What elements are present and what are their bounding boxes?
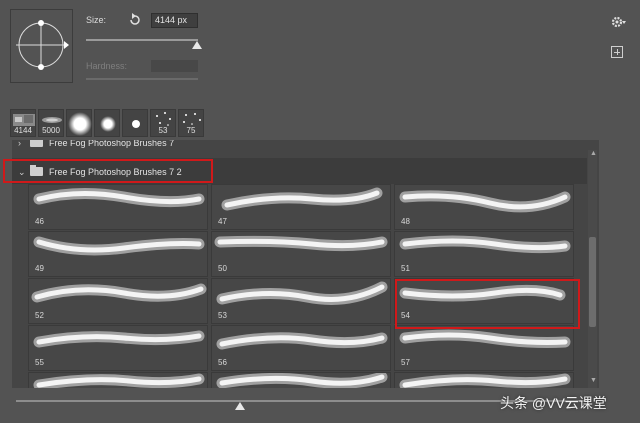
hardness-label: Hardness: — [86, 61, 128, 71]
brush-preset-item[interactable]: 47 — [211, 184, 391, 230]
group-highlight-box — [3, 159, 213, 183]
scroll-down-icon[interactable]: ▼ — [590, 377, 597, 384]
recent-brush-size: 4144 — [14, 126, 32, 135]
brush-stroke-preview — [399, 329, 571, 348]
size-slider-track[interactable] — [86, 39, 198, 41]
size-input[interactable]: 4144 px — [151, 13, 198, 28]
brush-preset-item[interactable] — [28, 372, 208, 388]
recent-brush-size: 5000 — [42, 126, 60, 135]
hardness-slider-track[interactable] — [86, 78, 198, 80]
watermark: 头条 @VV云课堂 — [500, 395, 607, 411]
brush-stroke-preview — [214, 235, 388, 252]
recent-brush-6[interactable]: 53 — [150, 109, 176, 137]
brush-stroke-preview — [399, 235, 571, 254]
hardness-input[interactable] — [151, 60, 198, 72]
brush-preset-item[interactable]: 53 — [211, 278, 391, 324]
brush-preset-item[interactable]: 48 — [394, 184, 574, 230]
brush-preset-item[interactable]: 49 — [28, 231, 208, 277]
brush-preset-label: 50 — [218, 264, 227, 273]
brush-group-previous[interactable]: › Free Fog Photoshop Brushes 7 — [12, 140, 587, 152]
size-slider-thumb[interactable] — [192, 41, 202, 49]
brush-preset-item[interactable]: 46 — [28, 184, 208, 230]
brush-preset-label: 51 — [401, 264, 410, 273]
brush-preset-label: 49 — [35, 264, 44, 273]
brush-preset-label: 56 — [218, 358, 227, 367]
brush-stroke-preview — [221, 187, 383, 211]
brush-preset-label: 57 — [401, 358, 410, 367]
recent-brush-4[interactable] — [94, 109, 120, 137]
new-preset-icon[interactable] — [611, 46, 623, 58]
brush-stroke-preview — [216, 373, 388, 388]
brush-preset-item[interactable] — [211, 372, 391, 388]
brush-preset-label: 52 — [35, 311, 44, 320]
recent-brush-3[interactable] — [66, 109, 92, 137]
brush-preset-label: 46 — [35, 217, 44, 226]
recent-brush-size: 75 — [186, 126, 196, 135]
gear-icon[interactable] — [611, 15, 627, 29]
brush-preset-label: 53 — [218, 311, 227, 320]
recent-brush-size: 53 — [158, 126, 168, 135]
brush-stroke-preview — [399, 373, 571, 388]
recent-brush-2[interactable]: 5000 — [38, 109, 64, 137]
brush-preset-item[interactable]: 52 — [28, 278, 208, 324]
recent-brush-5[interactable] — [122, 109, 148, 137]
chevron-right-icon[interactable]: › — [18, 140, 21, 148]
brush-preset-item[interactable]: 57 — [394, 325, 574, 371]
brush-preset-item[interactable]: 51 — [394, 231, 574, 277]
brush-preset-item[interactable] — [394, 372, 574, 388]
folder-icon — [30, 140, 43, 147]
brush-group-name: Free Fog Photoshop Brushes 7 — [49, 140, 175, 148]
reset-size-icon[interactable] — [128, 13, 142, 27]
scroll-up-icon[interactable]: ▲ — [590, 150, 597, 157]
recent-brush-1[interactable]: 4144 — [10, 109, 36, 137]
size-label: Size: — [86, 15, 107, 25]
brush-highlight-box — [395, 279, 580, 329]
brush-stroke-preview — [33, 330, 205, 348]
recent-brush-7[interactable]: 75 — [178, 109, 204, 137]
brush-preset-label: 55 — [35, 358, 44, 367]
brush-preset-item[interactable]: 50 — [211, 231, 391, 277]
brush-preset-label: 47 — [218, 217, 227, 226]
brush-preset-item[interactable]: 55 — [28, 325, 208, 371]
brush-preset-item[interactable]: 56 — [211, 325, 391, 371]
brush-stroke-preview — [33, 187, 205, 208]
brush-preset-label: 48 — [401, 217, 410, 226]
brush-stroke-preview — [216, 281, 388, 305]
preview-size-slider-thumb[interactable] — [235, 402, 245, 410]
scrollbar-thumb[interactable] — [589, 237, 596, 327]
brush-stroke-preview — [399, 190, 571, 213]
brush-stroke-preview — [33, 236, 205, 256]
brush-stroke-preview — [31, 283, 207, 303]
angle-roundness-preview[interactable] — [10, 9, 73, 83]
brush-stroke-preview — [216, 332, 388, 350]
brush-stroke-preview — [33, 373, 205, 388]
